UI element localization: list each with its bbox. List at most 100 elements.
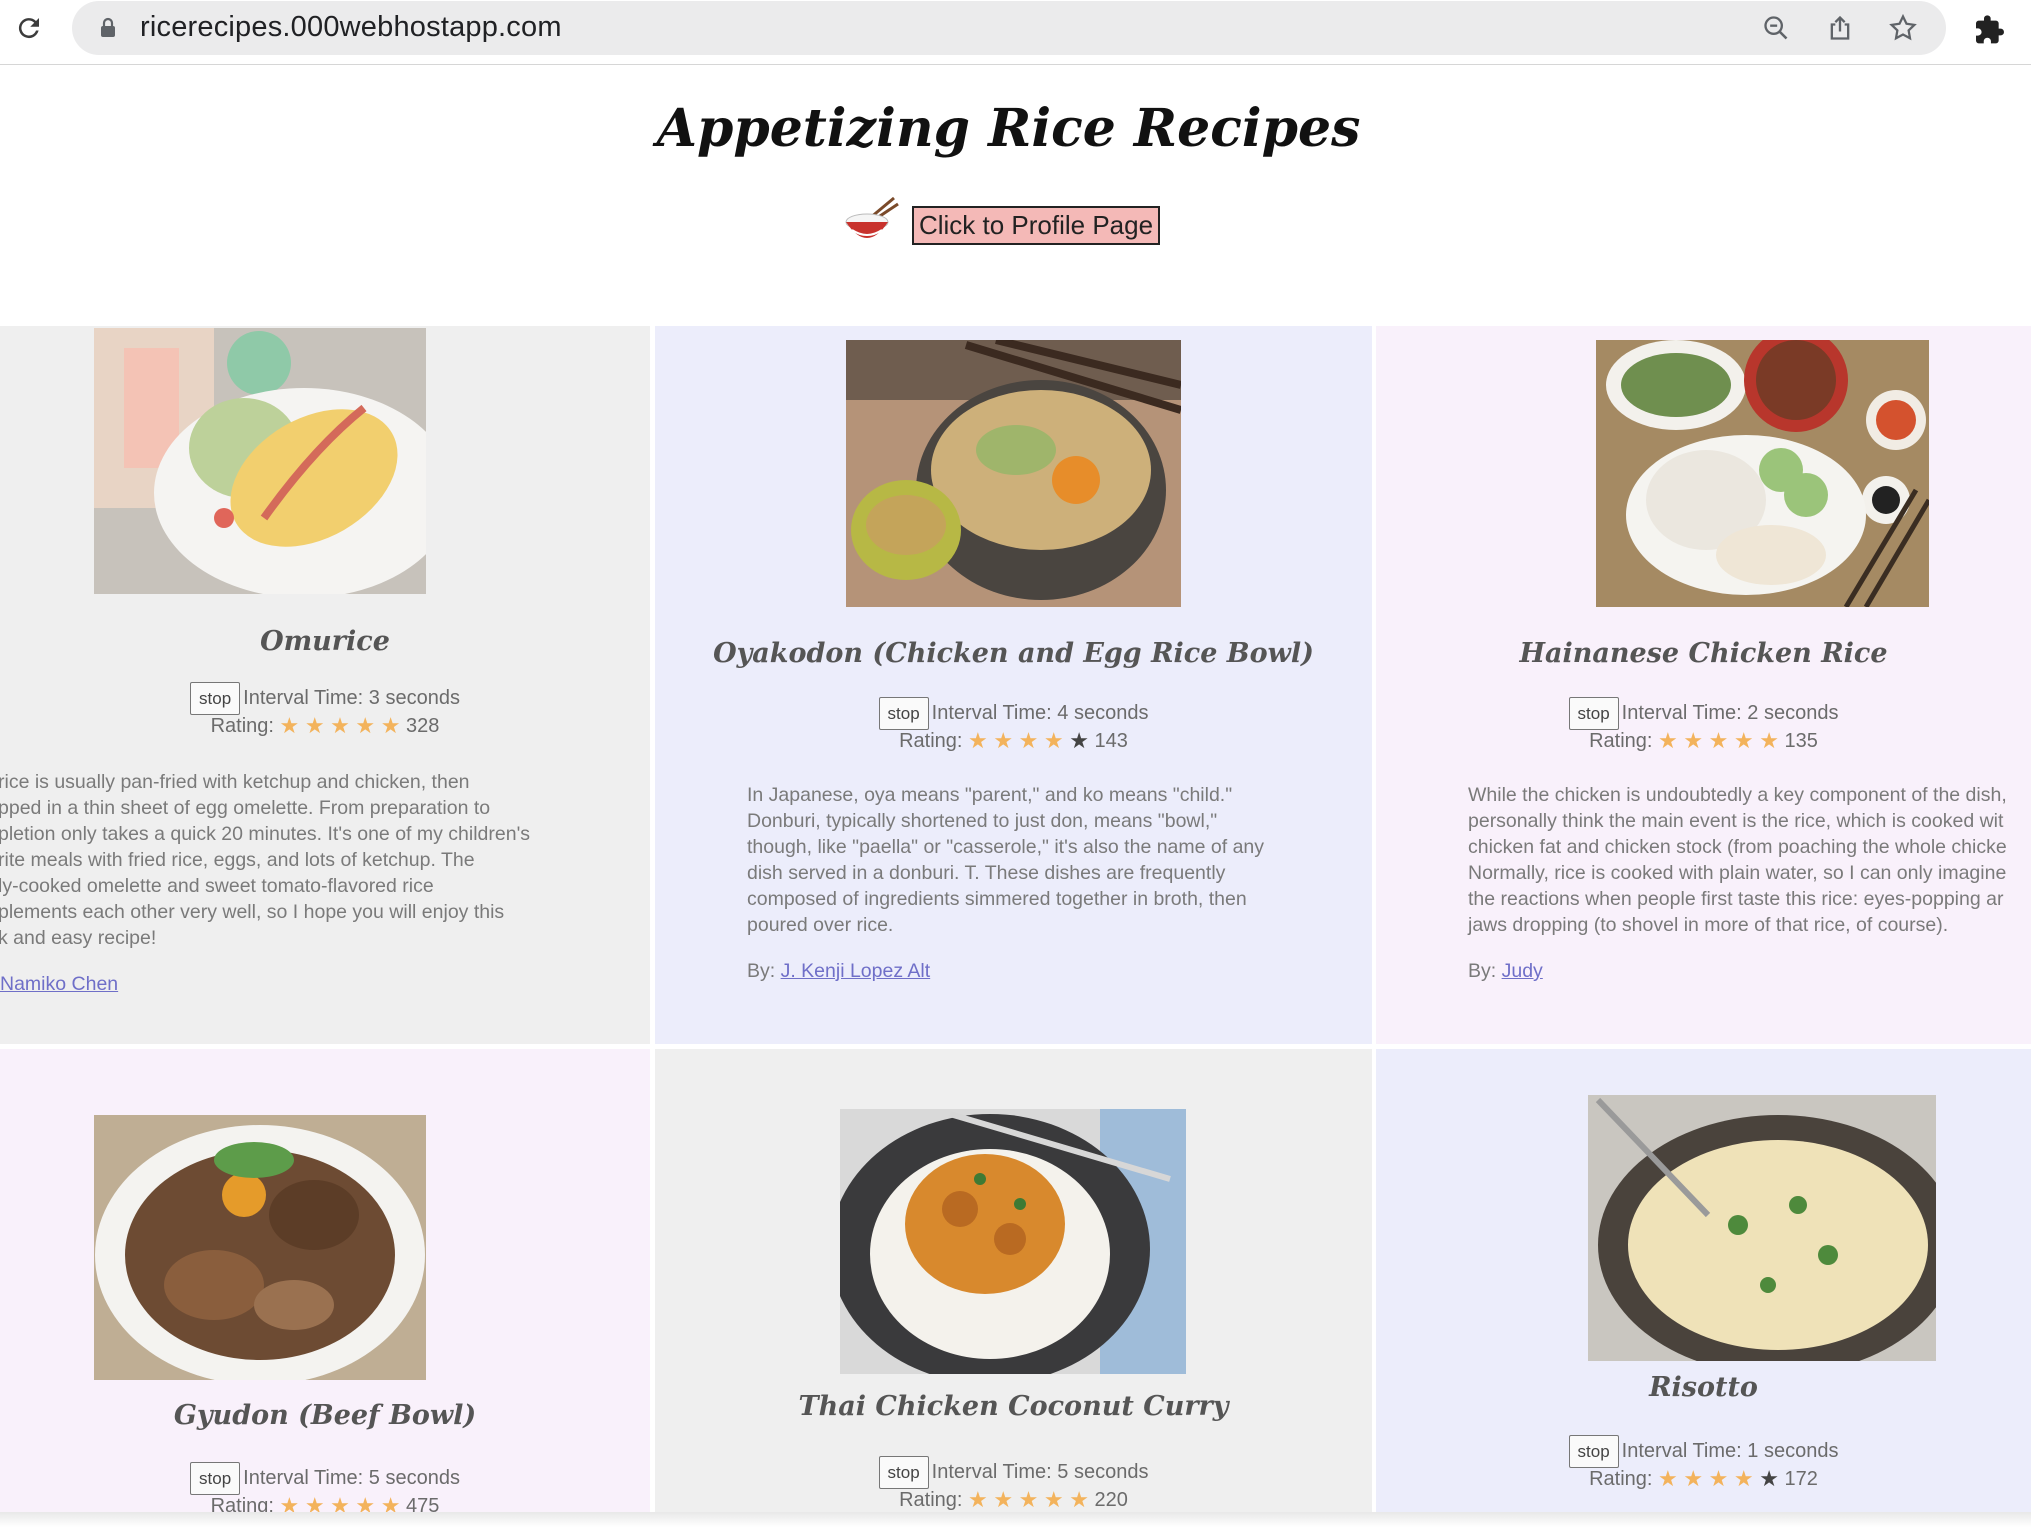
description-line: though, like "paella" or "casserole," it… — [747, 836, 1265, 858]
recipe-card: Thai Chicken Coconut Curry stop Interval … — [655, 1049, 1372, 1527]
page-title: Appetizing Rice Recipes — [656, 98, 1361, 159]
recipe-meta: stop Interval Time: 3 seconds Rating: ★ ★… — [0, 682, 650, 740]
rating-stars: ★ ★ ★ ★ ★ — [1658, 728, 1779, 753]
omurice-photo — [94, 328, 426, 594]
rice-bowl-icon — [842, 196, 900, 246]
description-line: plements each other very well, so I hope… — [0, 901, 505, 923]
author-link[interactable]: J. Kenji Lopez Alt — [781, 960, 931, 982]
description-line: While the chicken is undoubtedly a key c… — [1468, 784, 2007, 806]
thai-curry-photo — [840, 1109, 1186, 1374]
bookmark-star-icon[interactable] — [1887, 12, 1919, 44]
rating-row: Rating: ★ ★ ★ ★ ★ 220 — [655, 1485, 1372, 1514]
rating-row: Rating: ★ ★ ★ ★ ★ 172 — [1376, 1464, 2031, 1493]
interval-row: stop Interval Time: 5 seconds — [0, 1462, 650, 1495]
interval-prefix: Interval Time: — [931, 701, 1058, 724]
by-label: By: — [747, 960, 781, 982]
interval-row: stop Interval Time: 5 seconds — [655, 1456, 1372, 1489]
star-icon: ★ — [1733, 728, 1754, 753]
description-line: ly-cooked omelette and sweet tomato-flav… — [0, 875, 434, 897]
rating-prefix: Rating: — [1589, 730, 1659, 752]
rating-count: 220 — [1094, 1489, 1128, 1511]
interval-value: 1 — [1747, 1439, 1759, 1462]
star-icon: ★ — [1658, 728, 1678, 753]
hainanese-chicken-rice-photo — [1596, 340, 1929, 607]
recipe-name: Thai Chicken Coconut Curry — [798, 1391, 1229, 1422]
rating-count: 143 — [1094, 730, 1128, 752]
interval-value: 2 — [1747, 701, 1759, 724]
star-icon: ★ — [1683, 1466, 1704, 1491]
recipe-description: While the chicken is undoubtedly a key c… — [1468, 782, 2007, 938]
recipe-description: In Japanese, oya means "parent," and ko … — [747, 782, 1264, 938]
interval-prefix: Interval Time: — [1621, 701, 1748, 724]
interval-row: stop Interval Time: 1 seconds — [1376, 1435, 2031, 1468]
rating-row: Rating: ★ ★ ★ ★ ★ 135 — [1376, 726, 2031, 755]
star-icon: ★ — [380, 713, 401, 738]
recipe-card: Hainanese Chicken Rice stop Interval Time… — [1376, 326, 2031, 1044]
star-icon: ★ — [993, 1487, 1014, 1512]
star-icon: ★ — [1683, 728, 1704, 753]
author-byline: By: J. Kenji Lopez Alt — [747, 960, 930, 983]
recipe-description: rice is usually pan-fried with ketchup a… — [0, 769, 530, 951]
recipe-card: Omurice stop Interval Time: 3 seconds Rat… — [0, 326, 650, 1044]
star-icon: ★ — [1708, 728, 1729, 753]
rating-count: 172 — [1784, 1468, 1818, 1490]
description-line: rite meals with fried rice, eggs, and lo… — [0, 849, 475, 871]
rating-prefix: Rating: — [899, 1489, 969, 1511]
gyudon-photo — [94, 1115, 426, 1380]
interval-value: 5 — [368, 1466, 380, 1489]
window-bottom-edge — [0, 1512, 2031, 1527]
recipe-name: Risotto — [1649, 1372, 1758, 1403]
description-line: the reactions when people first taste th… — [1468, 888, 2004, 910]
star-icon: ★ — [1018, 1487, 1039, 1512]
interval-row: stop Interval Time: 2 seconds — [1376, 697, 2031, 730]
recipe-card: Risotto stop Interval Time: 1 seconds Rat… — [1376, 1049, 2031, 1527]
extensions-puzzle-icon[interactable] — [1972, 12, 2008, 48]
star-icon: ★ — [1658, 1466, 1678, 1491]
lock-icon — [96, 16, 120, 40]
interval-suffix: seconds — [379, 1466, 460, 1489]
description-line: In Japanese, oya means "parent," and ko … — [747, 784, 1233, 806]
author-link[interactable]: Judy — [1502, 960, 1543, 982]
profile-page-button[interactable]: Click to Profile Page — [912, 206, 1160, 245]
star-icon: ★ — [1708, 1466, 1729, 1491]
description-line: poured over rice. — [747, 914, 894, 936]
recipe-name: Gyudon (Beef Bowl) — [173, 1400, 477, 1431]
interval-prefix: Interval Time: — [243, 1466, 369, 1489]
rating-stars: ★ ★ ★ ★ ★ — [968, 728, 1089, 753]
star-icon: ★ — [1733, 1466, 1754, 1491]
interval-prefix: Interval Time: — [1621, 1439, 1748, 1462]
description-line: jaws dropping (to shovel in more of that… — [1468, 914, 1949, 936]
interval-suffix: seconds — [1758, 701, 1839, 724]
rating-count: 328 — [406, 715, 440, 737]
star-icon: ★ — [993, 728, 1014, 753]
interval-value: 5 — [1057, 1460, 1069, 1483]
recipe-meta: stop Interval Time: 2 seconds Rating: ★ ★… — [1376, 697, 2031, 755]
description-line: pletion only takes a quick 20 minutes. I… — [0, 823, 531, 845]
star-icon: ★ — [330, 713, 350, 738]
rating-stars: ★ ★ ★ ★ ★ — [279, 713, 401, 738]
star-icon: ★ — [279, 713, 300, 738]
description-line: composed of ingredients simmered togethe… — [747, 888, 1247, 910]
author-byline: Namiko Chen — [0, 973, 118, 996]
star-icon: ★ — [1043, 728, 1064, 753]
author-byline: By: Judy — [1468, 960, 1543, 983]
recipe-meta: stop Interval Time: 4 seconds Rating: ★ ★… — [655, 697, 1372, 755]
recipe-meta: stop Interval Time: 1 seconds Rating: ★ ★… — [1376, 1435, 2031, 1493]
oyakodon-photo — [846, 340, 1181, 607]
star-icon: ★ — [355, 713, 376, 738]
interval-prefix: Interval Time: — [931, 1460, 1058, 1483]
rating-prefix: Rating: — [899, 730, 969, 752]
address-bar[interactable]: ricerecipes.000webhostapp.com — [72, 1, 1946, 55]
interval-suffix: seconds — [379, 686, 460, 709]
by-label: By: — [1468, 960, 1502, 982]
author-link[interactable]: Namiko Chen — [0, 973, 118, 995]
description-line: chicken fat and chicken stock (from poac… — [1468, 836, 2007, 858]
rating-count: 135 — [1784, 730, 1818, 752]
interval-suffix: seconds — [1068, 1460, 1149, 1483]
reload-icon[interactable] — [12, 10, 46, 46]
zoom-icon[interactable] — [1760, 12, 1792, 44]
share-icon[interactable] — [1824, 12, 1856, 44]
interval-suffix: seconds — [1068, 701, 1149, 724]
rating-stars: ★ ★ ★ ★ ★ — [1658, 1466, 1779, 1491]
recipe-name: Omurice — [260, 626, 390, 657]
